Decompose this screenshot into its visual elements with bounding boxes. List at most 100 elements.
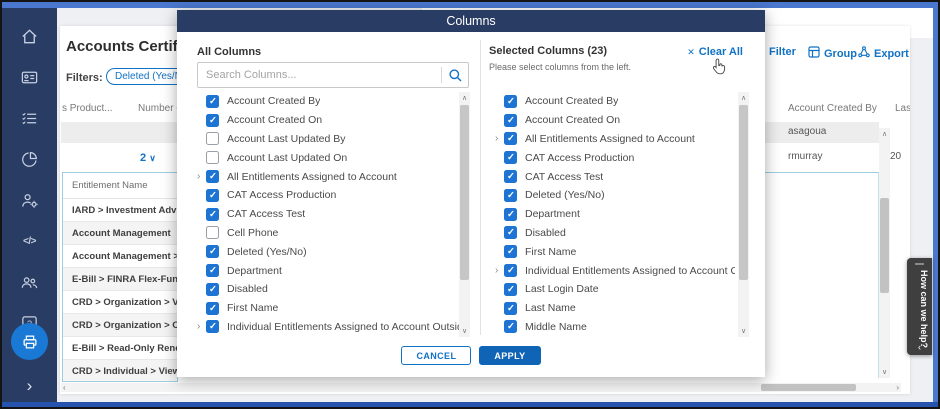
checkbox[interactable] <box>206 114 219 127</box>
column-option-row[interactable]: › Account Created By <box>495 92 735 111</box>
checkbox[interactable] <box>206 95 219 108</box>
printer-fab-button[interactable] <box>11 323 48 360</box>
checkbox[interactable] <box>206 189 219 202</box>
scroll-up-icon[interactable]: ∧ <box>459 94 470 102</box>
scrollbar-thumb[interactable] <box>761 384 856 391</box>
scroll-down-icon[interactable]: ∨ <box>738 327 749 335</box>
table-row[interactable]: CRD > Organization > Organization <box>63 314 177 337</box>
help-tab[interactable]: How can we help? ‹ <box>907 258 932 355</box>
column-option-row[interactable]: › Last Login Date <box>495 280 735 299</box>
checklist-icon[interactable] <box>20 108 40 128</box>
column-option-row[interactable]: › Last Name <box>495 299 735 318</box>
column-option-row[interactable]: › Disabled <box>197 280 459 299</box>
column-option-row[interactable]: › Account Created By <box>197 92 459 111</box>
column-option-row[interactable]: › Account Created On <box>495 111 735 130</box>
expand-chevron-icon[interactable]: › <box>197 172 206 182</box>
scroll-up-icon[interactable]: ∧ <box>882 130 887 138</box>
checkbox[interactable] <box>206 208 219 221</box>
checkbox[interactable] <box>504 132 517 145</box>
scroll-left-icon[interactable]: ‹ <box>63 383 66 392</box>
column-option-row[interactable]: › CAT Access Production <box>197 186 459 205</box>
column-option-row[interactable]: › Deleted (Yes/No) <box>495 186 735 205</box>
column-option-row[interactable]: › Deleted (Yes/No) <box>197 242 459 261</box>
column-option-row[interactable]: › Middle Name <box>495 318 735 337</box>
checkbox[interactable] <box>206 170 219 183</box>
vertical-scrollbar[interactable]: ∧ ∨ <box>879 128 890 378</box>
checkbox[interactable] <box>504 189 517 202</box>
checkbox[interactable] <box>504 245 517 258</box>
scroll-down-icon[interactable]: ∨ <box>882 368 887 376</box>
apply-button[interactable]: APPLY <box>479 346 540 365</box>
column-option-row[interactable]: › Disabled <box>495 224 735 243</box>
checkbox[interactable] <box>206 132 219 145</box>
checkbox[interactable] <box>206 283 219 296</box>
checkbox[interactable] <box>206 245 219 258</box>
id-card-icon[interactable] <box>20 67 40 87</box>
checkbox[interactable] <box>206 302 219 315</box>
checkbox[interactable] <box>504 264 517 277</box>
column-option-row[interactable]: › Department <box>495 205 735 224</box>
checkbox[interactable] <box>504 95 517 108</box>
expand-chevron-icon[interactable]: › <box>495 134 504 144</box>
column-option-row[interactable]: › CAT Access Test <box>495 167 735 186</box>
table-row[interactable]: CRD > Individual > View Individual <box>63 360 177 382</box>
pie-chart-icon[interactable] <box>20 149 40 169</box>
search-columns-input[interactable] <box>198 69 441 81</box>
column-option-row[interactable]: › CAT Access Production <box>495 148 735 167</box>
sidebar-expand-chevron[interactable]: › <box>2 377 57 394</box>
selected-columns-scrollbar[interactable]: ∧ ∨ <box>738 92 749 337</box>
code-icon[interactable]: </> <box>20 231 40 251</box>
export-button[interactable]: Export <box>858 46 909 61</box>
scrollbar-thumb[interactable] <box>880 198 889 293</box>
column-option-row[interactable]: › Account Last Updated On <box>197 148 459 167</box>
table-row[interactable]: E-Bill > FINRA Flex-Funding Accou <box>63 268 177 291</box>
expand-chevron-icon[interactable]: › <box>197 322 206 332</box>
column-option-row[interactable]: › All Entitlements Assigned to Account <box>495 130 735 149</box>
checkbox[interactable] <box>504 226 517 239</box>
scrollbar-thumb[interactable] <box>739 105 748 280</box>
checkbox[interactable] <box>504 114 517 127</box>
group-button[interactable]: Group <box>808 46 857 61</box>
column-option-row[interactable]: › CAT Access Test <box>197 205 459 224</box>
modal-titlebar[interactable]: Columns <box>177 10 765 32</box>
help-collapse-icon[interactable]: ‹ <box>907 342 932 352</box>
column-option-row[interactable]: › Cell Phone <box>197 224 459 243</box>
checkbox[interactable] <box>504 302 517 315</box>
clear-all-button[interactable]: ✕ Clear All <box>687 46 743 58</box>
filter-button[interactable]: Filter <box>769 46 796 58</box>
column-option-row[interactable]: › Individual Entitlements Assigned to Ac… <box>197 318 459 337</box>
column-option-row[interactable]: › First Name <box>197 299 459 318</box>
column-option-row[interactable]: › All Entitlements Assigned to Account <box>197 167 459 186</box>
checkbox[interactable] <box>504 283 517 296</box>
table-row[interactable]: IARD > Investment Adviser Applica <box>63 199 177 222</box>
checkbox[interactable] <box>504 208 517 221</box>
expand-chevron-icon[interactable]: › <box>495 266 504 276</box>
horizontal-scrollbar[interactable]: ‹ › <box>61 383 901 392</box>
table-row[interactable]: Account Management <box>63 222 177 245</box>
column-option-row[interactable]: › Account Last Updated By <box>197 130 459 149</box>
checkbox[interactable] <box>206 320 219 333</box>
checkbox[interactable] <box>504 151 517 164</box>
user-settings-icon[interactable] <box>20 190 40 210</box>
checkbox[interactable] <box>206 151 219 164</box>
count-dropdown[interactable]: 2 ∨ <box>140 152 156 164</box>
all-columns-scrollbar[interactable]: ∧ ∨ <box>459 92 470 337</box>
user-group-icon[interactable] <box>20 272 40 292</box>
column-option-row[interactable]: › Individual Entitlements Assigned to Ac… <box>495 261 735 280</box>
checkbox[interactable] <box>206 264 219 277</box>
checkbox[interactable] <box>206 226 219 239</box>
scroll-down-icon[interactable]: ∨ <box>459 327 470 335</box>
scroll-up-icon[interactable]: ∧ <box>738 94 749 102</box>
column-option-row[interactable]: › Department <box>197 261 459 280</box>
column-option-row[interactable]: › First Name <box>495 242 735 261</box>
table-row[interactable]: CRD > Organization > View Organi <box>63 291 177 314</box>
table-row[interactable]: E-Bill > Read-Only Renewal Accou <box>63 337 177 360</box>
checkbox[interactable] <box>504 320 517 333</box>
column-option-row[interactable]: › Account Created On <box>197 111 459 130</box>
scroll-right-icon[interactable]: › <box>896 383 899 392</box>
table-row[interactable]: Account Management > Edit Accou <box>63 245 177 268</box>
cancel-button[interactable]: CANCEL <box>401 346 471 365</box>
home-icon[interactable] <box>20 26 40 46</box>
checkbox[interactable] <box>504 170 517 183</box>
search-icon[interactable] <box>442 68 468 83</box>
